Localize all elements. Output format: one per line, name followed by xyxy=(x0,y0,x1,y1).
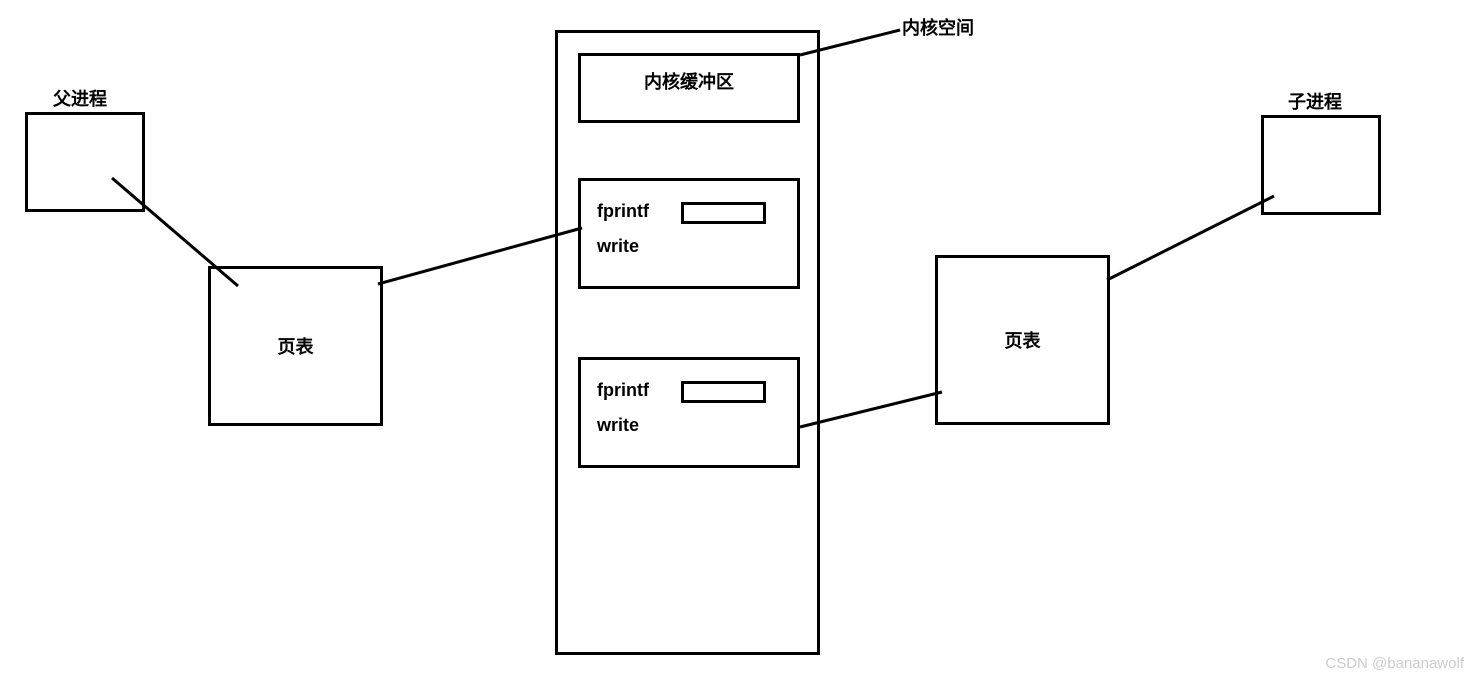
fprintf-buffer-rect-1 xyxy=(681,202,766,224)
write-label-1: write xyxy=(597,236,639,257)
watermark: CSDN @bananawolf xyxy=(1325,655,1464,672)
syscall-box-2: fprintf write xyxy=(578,357,800,468)
kernel-container-box xyxy=(555,30,820,655)
kernel-buffer-box: 内核缓冲区 xyxy=(578,53,800,123)
syscall-box-1: fprintf write xyxy=(578,178,800,289)
write-label-2: write xyxy=(597,415,639,436)
child-process-label: 子进程 xyxy=(1288,88,1342,114)
page-table-left-label: 页表 xyxy=(278,333,314,359)
parent-process-label: 父进程 xyxy=(53,85,107,111)
fprintf-label-1: fprintf xyxy=(597,201,649,222)
kernel-space-label: 内核空间 xyxy=(902,14,974,40)
page-table-right-box: 页表 xyxy=(935,255,1110,425)
fprintf-buffer-rect-2 xyxy=(681,381,766,403)
page-table-left-box: 页表 xyxy=(208,266,383,426)
fprintf-label-2: fprintf xyxy=(597,380,649,401)
page-table-right-label: 页表 xyxy=(1005,327,1041,353)
parent-process-box xyxy=(25,112,145,212)
child-process-box xyxy=(1261,115,1381,215)
kernel-buffer-label: 内核缓冲区 xyxy=(644,68,734,94)
